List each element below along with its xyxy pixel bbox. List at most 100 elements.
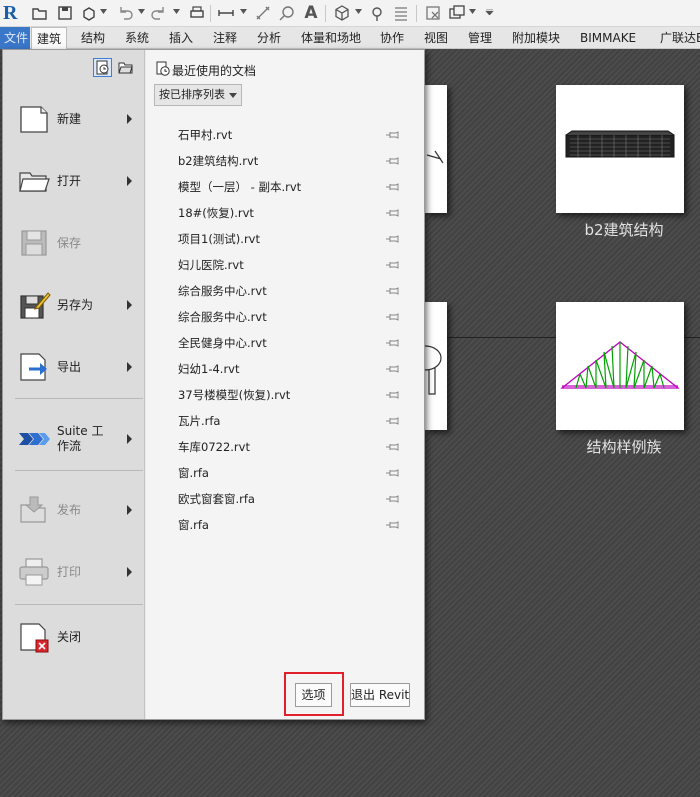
tab-analyze[interactable]: 分析 <box>257 27 281 49</box>
recent-thumbnail-partial-top[interactable] <box>425 85 447 213</box>
open-icon[interactable] <box>31 4 49 22</box>
chevron-down-icon[interactable] <box>469 9 476 15</box>
tab-systems[interactable]: 系统 <box>125 27 149 49</box>
aligned-dimension-icon[interactable] <box>254 4 272 22</box>
list-item[interactable]: 综合服务中心.rvt <box>146 304 424 330</box>
tab-file[interactable]: 文件 <box>0 27 30 49</box>
toolbar-separator <box>210 5 211 22</box>
list-item[interactable]: 妇儿医院.rvt <box>146 252 424 278</box>
menu-item-suite-workflow[interactable]: Suite 工作流 <box>15 414 137 464</box>
chevron-down-icon[interactable] <box>138 9 145 15</box>
thin-lines-icon[interactable] <box>392 4 410 22</box>
recent-thumbnail-b2[interactable] <box>556 85 684 213</box>
toolbar-separator <box>416 5 417 22</box>
menu-item-close[interactable]: 关闭 <box>15 612 137 662</box>
pin-icon[interactable] <box>385 311 399 323</box>
close-hidden-windows-icon[interactable] <box>424 4 442 22</box>
pin-icon[interactable] <box>385 337 399 349</box>
measure-icon[interactable] <box>217 4 235 22</box>
chevron-down-icon <box>229 93 237 98</box>
menu-item-publish[interactable]: 发布 <box>15 485 137 535</box>
pin-icon[interactable] <box>385 389 399 401</box>
recent-thumbnail-partial-bottom[interactable] <box>424 302 447 430</box>
undo-icon[interactable] <box>116 4 134 22</box>
tab-manage[interactable]: 管理 <box>468 27 492 49</box>
menu-item-save-as[interactable]: 另存为 <box>15 280 137 330</box>
list-item[interactable]: 模型（一层） - 副本.rvt <box>146 174 424 200</box>
list-item[interactable]: 窗.rfa <box>146 512 424 538</box>
switch-windows-icon[interactable] <box>448 4 466 22</box>
list-item[interactable]: 妇幼1-4.rvt <box>146 356 424 382</box>
recent-thumbnail-truss[interactable] <box>556 302 684 430</box>
tab-bimmake[interactable]: BIMMAKE <box>580 27 636 49</box>
pin-icon[interactable] <box>385 181 399 193</box>
menu-item-open[interactable]: 打开 <box>15 156 137 206</box>
list-item[interactable]: 欧式窗套窗.rfa <box>146 486 424 512</box>
ribbon-tab-strip: 文件 建筑 结构 系统 插入 注释 分析 体量和场地 协作 视图 管理 附加模块… <box>0 27 700 49</box>
pin-icon[interactable] <box>385 129 399 141</box>
tab-glodon[interactable]: 广联达B <box>660 27 700 49</box>
tab-massing-site[interactable]: 体量和场地 <box>301 27 361 49</box>
list-item[interactable]: 全民健身中心.rvt <box>146 330 424 356</box>
revit-logo-button[interactable]: R <box>3 2 23 24</box>
3d-view-icon[interactable] <box>333 4 351 22</box>
menu-item-export[interactable]: 导出 <box>15 342 137 392</box>
pin-icon[interactable] <box>385 493 399 505</box>
options-button[interactable]: 选项 <box>295 683 332 707</box>
list-item[interactable]: 车库0722.rvt <box>146 434 424 460</box>
pin-icon[interactable] <box>385 415 399 427</box>
customize-toolbar-icon[interactable] <box>485 9 494 15</box>
pin-icon[interactable] <box>385 441 399 453</box>
chevron-right-icon <box>127 567 132 577</box>
chevron-down-icon[interactable] <box>355 9 362 15</box>
document-name: 模型（一层） - 副本.rvt <box>178 180 302 194</box>
list-item[interactable]: 18#(恢复).rvt <box>146 200 424 226</box>
redo-icon[interactable] <box>150 4 168 22</box>
menu-item-save[interactable]: 保存 <box>15 218 137 268</box>
pin-icon[interactable] <box>385 363 399 375</box>
pin-icon[interactable] <box>385 155 399 167</box>
save-icon[interactable] <box>56 4 74 22</box>
tab-view[interactable]: 视图 <box>424 27 448 49</box>
close-document-icon <box>17 620 51 654</box>
open-documents-icon[interactable] <box>116 58 135 77</box>
tab-annotate[interactable]: 注释 <box>213 27 237 49</box>
sort-order-dropdown[interactable]: 按已排序列表 <box>154 84 242 106</box>
sync-icon[interactable] <box>80 4 98 22</box>
pin-icon[interactable] <box>385 233 399 245</box>
chevron-down-icon[interactable] <box>173 9 180 15</box>
chevron-down-icon[interactable] <box>100 9 107 15</box>
print-icon[interactable] <box>188 4 206 22</box>
menu-item-new[interactable]: 新建 <box>15 94 137 144</box>
menu-item-label: 打开 <box>57 174 82 188</box>
tab-collaborate[interactable]: 协作 <box>380 27 404 49</box>
save-disk-icon <box>17 226 51 260</box>
pin-icon[interactable] <box>385 285 399 297</box>
pin-icon[interactable] <box>385 259 399 271</box>
list-item[interactable]: b2建筑结构.rvt <box>146 148 424 174</box>
menu-item-print[interactable]: 打印 <box>15 547 137 597</box>
tab-add-ins[interactable]: 附加模块 <box>512 27 560 49</box>
text-icon[interactable]: A <box>302 4 320 22</box>
tab-insert[interactable]: 插入 <box>169 27 193 49</box>
list-item[interactable]: 项目1(测试).rvt <box>146 226 424 252</box>
list-item[interactable]: 窗.rfa <box>146 460 424 486</box>
tab-architecture[interactable]: 建筑 <box>31 27 68 49</box>
pin-icon[interactable] <box>385 467 399 479</box>
list-item[interactable]: 瓦片.rfa <box>146 408 424 434</box>
pin-icon[interactable] <box>385 519 399 531</box>
chevron-down-icon[interactable] <box>240 9 247 15</box>
export-icon <box>17 350 51 384</box>
list-item[interactable]: 石甲村.rvt <box>146 122 424 148</box>
section-icon[interactable] <box>368 4 386 22</box>
recent-documents-icon[interactable] <box>93 58 112 77</box>
suite-workflow-icon <box>17 422 51 456</box>
list-item[interactable]: 综合服务中心.rvt <box>146 278 424 304</box>
tab-structure[interactable]: 结构 <box>81 27 105 49</box>
list-item[interactable]: 37号楼模型(恢复).rvt <box>146 382 424 408</box>
exit-revit-button[interactable]: 退出 Revit <box>350 683 410 707</box>
tag-icon[interactable] <box>278 4 296 22</box>
menu-separator <box>15 470 143 471</box>
chevron-right-icon <box>127 176 132 186</box>
pin-icon[interactable] <box>385 207 399 219</box>
